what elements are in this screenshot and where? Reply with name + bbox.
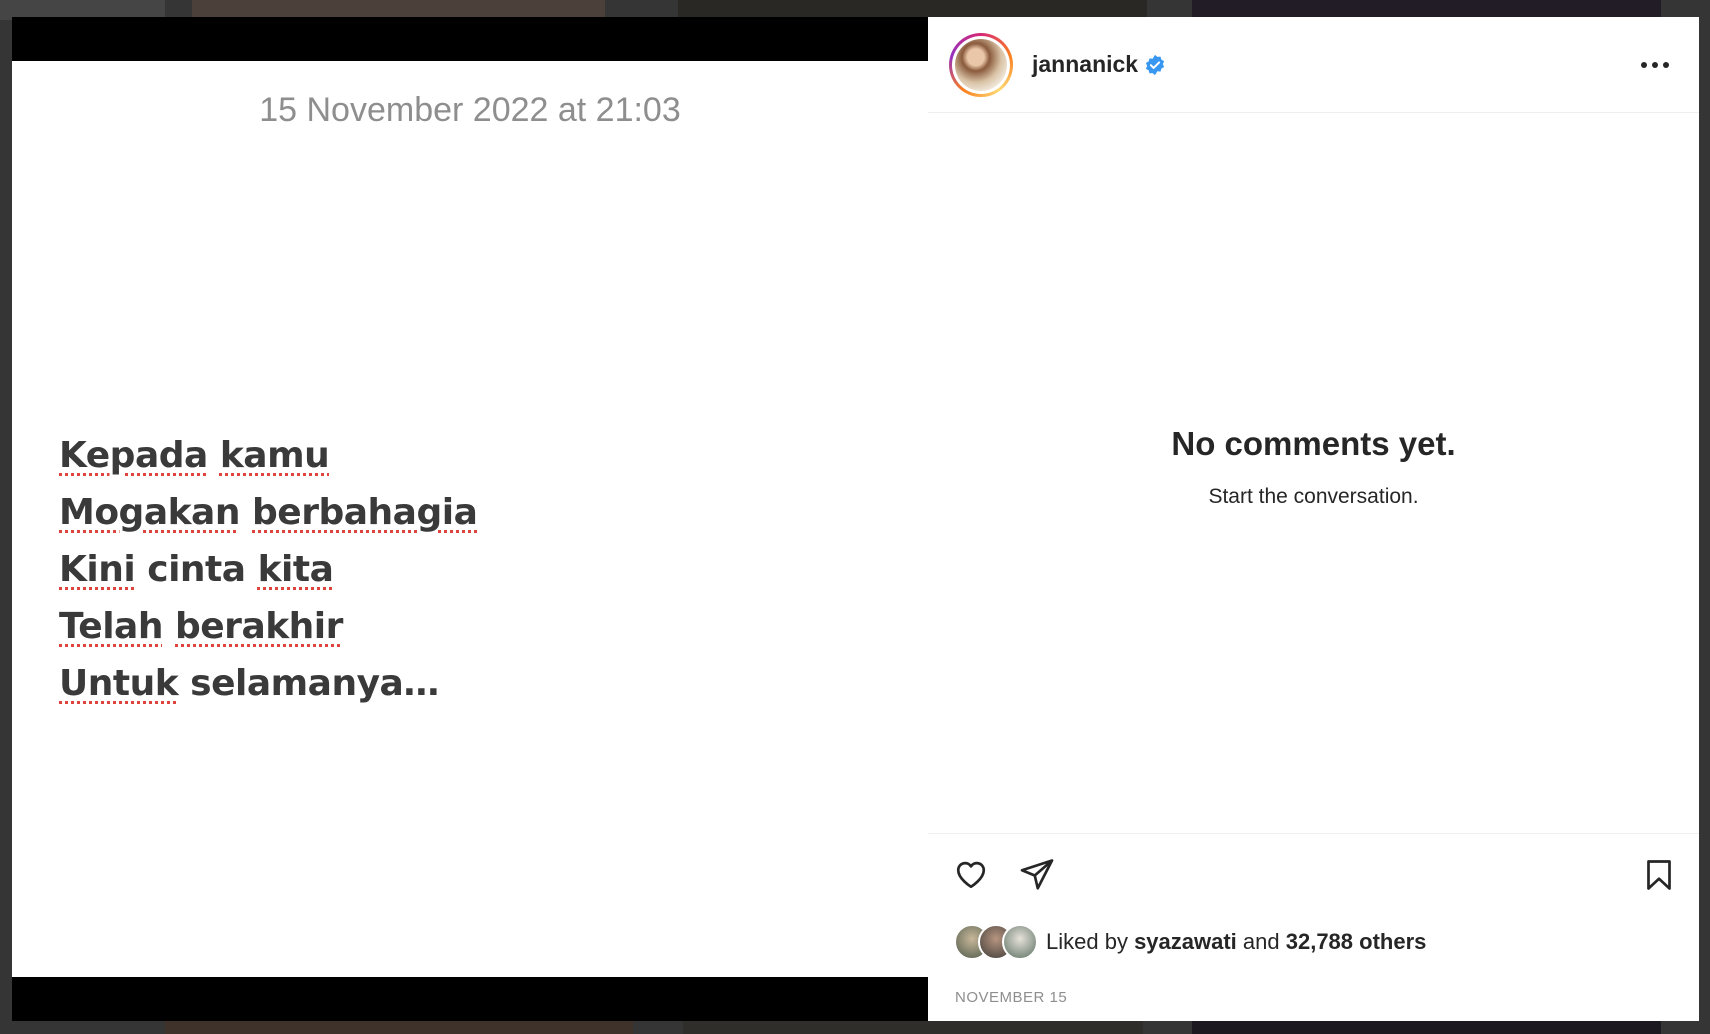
note-line: Kepada kamu bbox=[59, 435, 330, 476]
avatar-border bbox=[952, 35, 1010, 94]
post-modal: 15 November 2022 at 21:03 Kepada kamu Mo… bbox=[12, 17, 1699, 1021]
likes-conjunction: and bbox=[1236, 929, 1286, 954]
note-text: Kepada kamu Mogakan berbahagia Kini cint… bbox=[59, 427, 478, 712]
note-line: Mogakan berbahagia bbox=[59, 492, 478, 533]
liker-avatars bbox=[954, 924, 1040, 960]
likes-text: Liked by syazawati and 32,788 others bbox=[1046, 929, 1426, 955]
likes-summary: Liked by syazawati and 32,788 others bbox=[954, 924, 1426, 960]
note-line: Untuk selamanya… bbox=[59, 663, 439, 704]
note-line: Kini cinta kita bbox=[59, 549, 334, 590]
more-options-button[interactable] bbox=[1633, 54, 1677, 76]
post-header: jannanick bbox=[928, 17, 1699, 113]
note-date: 15 November 2022 at 21:03 bbox=[259, 91, 681, 129]
verified-badge-icon bbox=[1146, 54, 1165, 75]
liker-username-link[interactable]: syazawati bbox=[1134, 929, 1237, 954]
note-line: Telah berakhir bbox=[59, 606, 343, 647]
post-date[interactable]: NOVEMBER 15 bbox=[955, 989, 1067, 1006]
like-button[interactable] bbox=[952, 856, 990, 897]
comments-section: No comments yet. Start the conversation. bbox=[928, 113, 1699, 833]
avatar-image bbox=[955, 38, 1007, 91]
post-sidebar: jannanick No comments yet. Start the con… bbox=[928, 17, 1699, 1021]
more-options-icon bbox=[1652, 61, 1658, 68]
save-button[interactable] bbox=[1641, 856, 1677, 899]
avatar[interactable] bbox=[1002, 924, 1038, 960]
likes-count-link[interactable]: 32,788 others bbox=[1286, 929, 1427, 954]
empty-comments-title: No comments yet. bbox=[1171, 425, 1456, 462]
likes-prefix: Liked by bbox=[1046, 929, 1135, 954]
share-button[interactable] bbox=[1018, 856, 1056, 897]
post-actions: Liked by syazawati and 32,788 others NOV… bbox=[928, 833, 1699, 1022]
bookmark-icon bbox=[1647, 860, 1671, 890]
paper-plane-icon bbox=[1020, 859, 1054, 890]
avatar[interactable] bbox=[949, 32, 1013, 97]
post-image[interactable]: 15 November 2022 at 21:03 Kepada kamu Mo… bbox=[12, 61, 928, 977]
heart-icon bbox=[956, 861, 986, 889]
more-options-icon bbox=[1641, 61, 1647, 68]
post-media: 15 November 2022 at 21:03 Kepada kamu Mo… bbox=[12, 17, 928, 1021]
empty-comments-subtitle: Start the conversation. bbox=[1208, 485, 1419, 508]
username-link[interactable]: jannanick bbox=[1032, 51, 1138, 78]
more-options-icon bbox=[1663, 61, 1669, 68]
